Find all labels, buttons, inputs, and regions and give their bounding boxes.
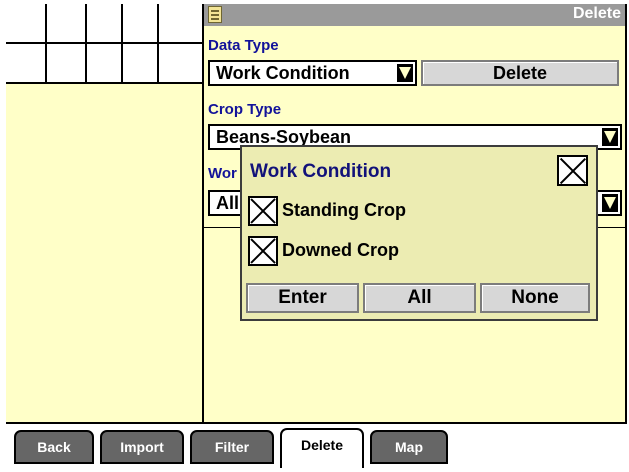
standing-crop-checkbox[interactable] (248, 196, 278, 226)
tab-delete[interactable]: Delete (280, 428, 364, 468)
dropdown-arrow-icon (397, 64, 413, 82)
dropdown-arrow-icon (602, 128, 618, 146)
grid-column (87, 4, 123, 84)
enter-button[interactable]: Enter (246, 283, 359, 313)
tab-back[interactable]: Back (14, 430, 94, 464)
data-type-dropdown[interactable]: Work Condition (208, 60, 417, 86)
display-screen: Delete Data Type Work Condition Delete C… (6, 4, 627, 468)
standing-crop-label: Standing Crop (282, 200, 406, 220)
downed-crop-checkbox[interactable] (248, 236, 278, 266)
close-button[interactable] (557, 155, 588, 186)
work-condition-label: Wor (208, 165, 237, 182)
tab-filter[interactable]: Filter (190, 430, 274, 464)
dropdown-arrow-icon (602, 194, 618, 212)
selection-grid (6, 4, 202, 84)
data-type-value: Work Condition (216, 63, 350, 83)
work-condition-popup: Work Condition Standing Crop Downed Crop… (240, 145, 598, 321)
window-title: Delete (572, 5, 621, 22)
work-condition-value: All (216, 193, 240, 213)
close-icon (559, 157, 586, 184)
downed-crop-label: Downed Crop (282, 240, 399, 260)
none-button[interactable]: None (480, 283, 590, 313)
grid-column (47, 4, 87, 84)
all-button[interactable]: All (363, 283, 476, 313)
popup-title: Work Condition (250, 161, 392, 182)
tab-import[interactable]: Import (100, 430, 184, 464)
crop-type-label: Crop Type (208, 101, 282, 118)
delete-button[interactable]: Delete (421, 60, 619, 86)
document-icon (208, 6, 222, 23)
check-mark-icon (250, 238, 276, 264)
left-panel (6, 4, 204, 424)
tab-map[interactable]: Map (370, 430, 448, 464)
grid-column (123, 4, 159, 84)
title-bar: Delete (204, 4, 625, 26)
data-type-label: Data Type (208, 37, 279, 54)
grid-row-divider (6, 42, 202, 44)
grid-column (6, 4, 47, 84)
check-mark-icon (250, 198, 276, 224)
